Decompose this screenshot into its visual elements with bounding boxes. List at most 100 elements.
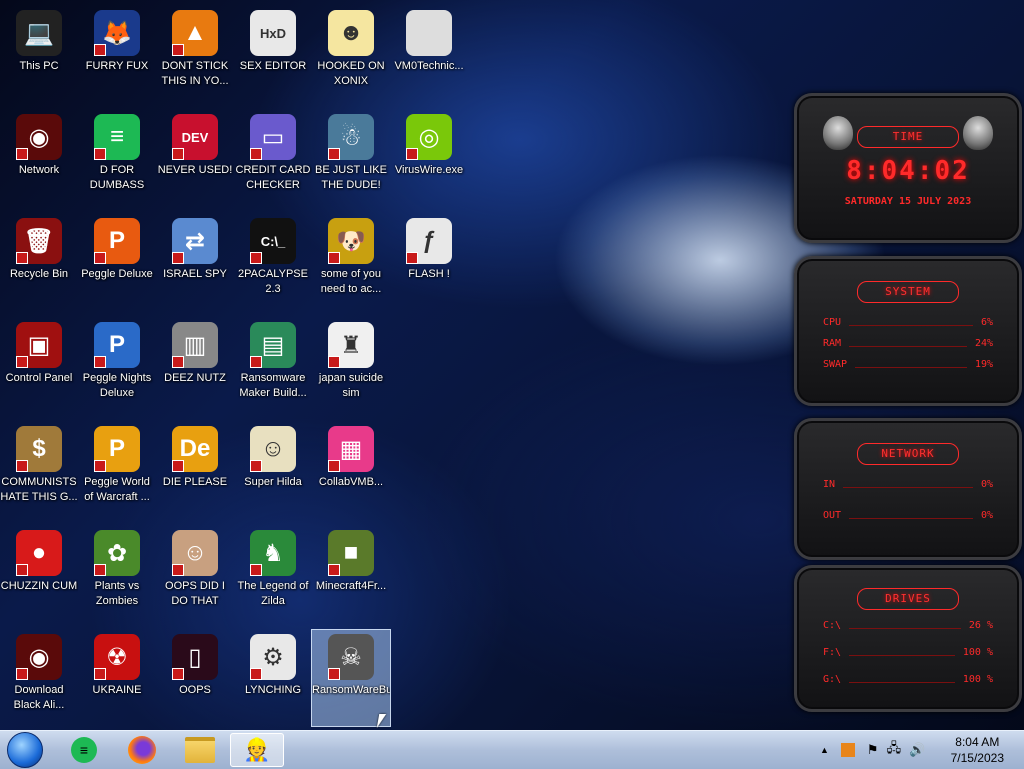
taskbar-app-green[interactable]: ≡ (60, 733, 108, 767)
desktop-icon-image: ♜ (328, 322, 374, 368)
drive-row-c: C:\ 26 % (797, 620, 1019, 631)
desktop-icon-label: CREDIT CARD CHECKER (235, 164, 311, 191)
desktop-icon[interactable]: VM0Technic... (390, 6, 468, 102)
taskbar-active-app[interactable]: 👷 (230, 733, 284, 767)
desktop-icon-image: ☺ (172, 530, 218, 576)
user-app-icon: 👷 (243, 737, 271, 762)
shortcut-arrow-icon (172, 460, 184, 472)
taskbar-firefox[interactable] (118, 733, 166, 767)
icon-glyph: P (108, 435, 125, 462)
desktop-icon[interactable]: ☻ HOOKED ON XONIX (312, 6, 390, 102)
desktop-icon[interactable]: ☢ UKRAINE (78, 630, 156, 726)
row-label: IN (823, 479, 836, 490)
desktop-icon[interactable]: ▤ Ransomware Maker Build... (234, 318, 312, 414)
taskbar-file-explorer[interactable] (176, 733, 224, 767)
desktop-icon[interactable]: ♜ japan suicide sim (312, 318, 390, 414)
shortcut-arrow-icon (172, 44, 184, 56)
desktop-icon[interactable]: 🐶 some of you need to ac... (312, 214, 390, 310)
desktop-icon[interactable]: ⇄ ISRAEL SPY (156, 214, 234, 310)
icon-glyph: 🐶 (336, 227, 366, 255)
desktop-icon[interactable]: ■ Minecraft4Fr... (312, 526, 390, 622)
row-label: C:\ (823, 620, 842, 631)
desktop-icon[interactable]: ≡ D FOR DUMBASS (78, 110, 156, 206)
action-center-flag-icon[interactable]: ⚑ (867, 742, 879, 758)
desktop-icon[interactable]: ☃ BE JUST LIKE THE DUDE! (312, 110, 390, 206)
desktop-icon[interactable]: ☺ Super Hilda (234, 422, 312, 518)
desktop-icon-label: This PC (19, 60, 59, 72)
desktop-icon-label: COMMUNISTS HATE THIS G... (0, 476, 78, 503)
drive-row-f: F:\ 100 % (797, 647, 1019, 658)
desktop-icon[interactable]: ◎ VirusWire.exe (390, 110, 468, 206)
desktop-icon-image: ▤ (250, 322, 296, 368)
tray-show-hidden-icon[interactable]: ▲ (820, 745, 829, 755)
shortcut-arrow-icon (94, 44, 106, 56)
desktop-icon-image (406, 10, 452, 56)
shortcut-arrow-icon (328, 564, 340, 576)
widget-clock: 8:04:02 (846, 156, 970, 186)
desktop-icon-label: RansomWareBuilder2015.exe (312, 684, 390, 696)
desktop-icon[interactable]: ☠ RansomWareBuilder2015.exe (311, 629, 391, 727)
desktop-icon[interactable]: HxD SEX EDITOR (234, 6, 312, 102)
desktop-icon-label: VirusWire.exe (394, 164, 464, 176)
network-icon[interactable]: 🖧 (887, 739, 902, 761)
desktop-icon[interactable]: P Peggle Nights Deluxe (78, 318, 156, 414)
desktop-icon[interactable]: ⚙ LYNCHING (234, 630, 312, 726)
system-row-ram: RAM 24% (797, 338, 1019, 349)
tray-app-icon[interactable] (840, 743, 855, 757)
desktop-icon[interactable]: ◉ Network (0, 110, 78, 206)
desktop-icon[interactable]: De DIE PLEASE (156, 422, 234, 518)
start-button[interactable] (2, 732, 48, 768)
desktop-icon-label: FURRY FUX (85, 60, 149, 72)
taskbar-clock[interactable]: 8:04 AM 7/15/2023 (951, 734, 1004, 766)
icon-glyph: ◉ (28, 123, 50, 151)
desktop-icon[interactable]: ▭ CREDIT CARD CHECKER (234, 110, 312, 206)
desktop-icon-label: Minecraft4Fr... (315, 580, 387, 592)
green-app-icon: ≡ (71, 737, 97, 763)
icon-glyph: ▭ (261, 123, 285, 151)
icon-glyph: ⚙ (262, 643, 284, 671)
desktop-icon[interactable]: ◉ Download Black Ali... (0, 630, 78, 726)
icon-glyph: ✿ (106, 539, 128, 567)
desktop-icon[interactable]: ▲ DONT STICK THIS IN YO... (156, 6, 234, 102)
desktop-icon[interactable]: ƒ FLASH ! (390, 214, 468, 310)
row-label: CPU (823, 317, 842, 328)
cpu-bar (849, 317, 973, 326)
desktop-icon[interactable]: P Peggle World of Warcraft ... (78, 422, 156, 518)
volume-icon[interactable]: 🔊 (909, 742, 925, 758)
desktop-icon-label: FLASH ! (408, 268, 450, 280)
desktop-icon[interactable]: ✿ Plants vs Zombies (78, 526, 156, 622)
shortcut-arrow-icon (16, 564, 28, 576)
shortcut-arrow-icon (94, 252, 106, 264)
desktop-icon[interactable]: DEV NEVER USED! (156, 110, 234, 206)
desktop-icon[interactable]: C:\_ 2PACALYPSE 2.3 (234, 214, 312, 310)
desktop-icon-label: Peggle Deluxe (81, 268, 153, 280)
desktop-icon[interactable]: ☺ OOPS DID I DO THAT (156, 526, 234, 622)
shortcut-arrow-icon (172, 356, 184, 368)
icon-glyph: ☃ (340, 123, 362, 151)
taskbar: ≡ 👷 ▲ ⚑ 🖧 🔊 8:04 AM 7/15/2023 (0, 730, 1024, 769)
desktop-icon[interactable]: ▦ CollabVMB... (312, 422, 390, 518)
desktop-icon-image: HxD (250, 10, 296, 56)
shortcut-arrow-icon (94, 356, 106, 368)
desktop-icon[interactable]: 💻 This PC (0, 6, 78, 102)
desktop-icon-image: ≡ (94, 114, 140, 160)
row-value: 26 % (968, 620, 993, 631)
desktop-icon[interactable]: ▯ OOPS (156, 630, 234, 726)
icon-glyph: ♞ (262, 539, 284, 567)
desktop-icon[interactable]: P Peggle Deluxe (78, 214, 156, 310)
widget-date: SATURDAY 15 JULY 2023 (844, 196, 972, 207)
start-orb-icon (7, 732, 43, 768)
icon-glyph: ☺ (260, 435, 286, 462)
desktop-icon[interactable]: $ COMMUNISTS HATE THIS G... (0, 422, 78, 518)
desktop-icon[interactable]: 🗑 Recycle Bin (0, 214, 78, 310)
widget-title: NETWORK (857, 443, 959, 465)
desktop-icon[interactable]: ● CHUZZIN CUM (0, 526, 78, 622)
desktop-icon[interactable]: ▥ DEEZ NUTZ (156, 318, 234, 414)
desktop-icon[interactable]: ▣ Control Panel (0, 318, 78, 414)
desktop-icon[interactable]: ♞ The Legend of Zilda (234, 526, 312, 622)
desktop-icon[interactable]: 🦊 FURRY FUX (78, 6, 156, 102)
icon-glyph: 🦊 (102, 19, 132, 47)
shortcut-arrow-icon (16, 252, 28, 264)
icon-glyph: ▦ (339, 435, 363, 463)
desktop-icon-image: ▥ (172, 322, 218, 368)
